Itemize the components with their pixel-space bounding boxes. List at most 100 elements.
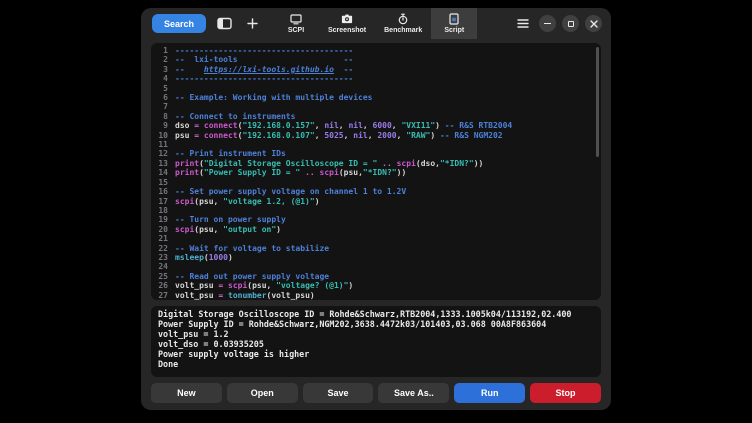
line-number: 17 <box>151 197 168 206</box>
code-line: 14print("Power Supply ID = " .. scpi(psu… <box>151 168 601 177</box>
code-text: print("Digital Storage Oscilloscope ID =… <box>175 159 483 168</box>
tab-bar: SCPI Screenshot Benchmark <box>273 8 477 39</box>
code-line: 10 psu = connect("192.168.0.107", 5025, n… <box>151 131 601 140</box>
titlebar: Search SCPI <box>141 8 611 39</box>
line-number: 11 <box>151 140 168 149</box>
app-menu-button[interactable] <box>513 14 533 34</box>
line-number: 19 <box>151 215 168 224</box>
code-text: -- https://lxi-tools.github.io -- <box>175 65 353 74</box>
line-number: 3 <box>151 65 168 74</box>
code-line: 20 scpi(psu, "output on") <box>151 225 601 234</box>
code-line: 9 dso = connect("192.168.0.157", nil, nil… <box>151 121 601 130</box>
code-line: 13 print("Digital Storage Oscilloscope ID… <box>151 159 601 168</box>
sidebar-toggle-icon <box>217 17 232 30</box>
content-area: 1-------------------------------------2-… <box>141 39 611 410</box>
code-text: -- Connect to instruments <box>175 112 295 121</box>
plus-icon <box>247 18 258 29</box>
editor-scrollbar[interactable] <box>596 47 599 157</box>
stopwatch-icon <box>397 13 409 25</box>
console-line: volt_dso = 0.03935205 <box>158 339 594 349</box>
code-line: 27 volt_psu = tonumber(volt_psu) <box>151 291 601 300</box>
code-line: 23 msleep(1000) <box>151 253 601 262</box>
code-text: dso = connect("192.168.0.157", nil, nil,… <box>175 121 512 130</box>
code-line: 6-- Example: Working with multiple devic… <box>151 93 601 102</box>
code-line: 21 <box>151 234 601 243</box>
code-line: 2 -- lxi-tools -- <box>151 55 601 64</box>
hamburger-menu-icon <box>517 19 529 28</box>
code-text: psu = connect("192.168.0.107", 5025, nil… <box>175 131 503 140</box>
code-text: -- Print instrument IDs <box>175 149 286 158</box>
new-tab-button[interactable] <box>242 14 262 34</box>
line-number: 21 <box>151 234 168 243</box>
stop-button[interactable]: Stop <box>530 383 601 403</box>
line-number: 22 <box>151 244 168 253</box>
app-window: Search SCPI <box>141 8 611 410</box>
code-line: 3 -- https://lxi-tools.github.io -- <box>151 65 601 74</box>
code-text: -- Set power supply voltage on channel 1… <box>175 187 406 196</box>
line-number: 18 <box>151 206 168 215</box>
code-text: -- Turn on power supply <box>175 215 286 224</box>
tab-label: Script <box>444 27 464 34</box>
code-line: 4 ------------------------------------- <box>151 74 601 83</box>
code-text: scpi(psu, "voltage 1.2, (@1)") <box>175 197 320 206</box>
line-number: 10 <box>151 131 168 140</box>
line-number: 2 <box>151 55 168 64</box>
code-line: 25-- Read out power supply voltage <box>151 272 601 281</box>
code-text: ------------------------------------- <box>175 46 353 55</box>
close-icon <box>590 20 598 28</box>
code-text: volt_psu = scpi(psu, "voltage? (@1)") <box>175 281 353 290</box>
code-lines: 1-------------------------------------2-… <box>151 46 601 300</box>
script-editor[interactable]: 1-------------------------------------2-… <box>151 43 601 300</box>
code-text: volt_psu = tonumber(volt_psu) <box>175 291 315 300</box>
save-button[interactable]: Save <box>303 383 374 403</box>
code-line: 7 <box>151 102 601 111</box>
console-output[interactable]: Digital Storage Oscilloscope ID = Rohde&… <box>151 306 601 377</box>
tab-label: SCPI <box>288 27 304 34</box>
code-text: msleep(1000) <box>175 253 233 262</box>
code-line: 19 -- Turn on power supply <box>151 215 601 224</box>
line-number: 23 <box>151 253 168 262</box>
tab-scpi[interactable]: SCPI <box>273 8 319 39</box>
minimize-icon <box>544 23 551 24</box>
console-line: volt_psu = 1.2 <box>158 329 594 339</box>
console-line: Digital Storage Oscilloscope ID = Rohde&… <box>158 309 594 319</box>
code-text: -- Wait for voltage to stabilize <box>175 244 329 253</box>
line-number: 13 <box>151 159 168 168</box>
line-number: 5 <box>151 84 168 93</box>
code-line: 1------------------------------------- <box>151 46 601 55</box>
console-line: Power supply voltage is higher <box>158 349 594 359</box>
code-line: 18 <box>151 206 601 215</box>
tab-label: Screenshot <box>328 27 366 34</box>
maximize-button[interactable] <box>562 15 579 32</box>
line-number: 4 <box>151 74 168 83</box>
line-number: 9 <box>151 121 168 130</box>
run-button[interactable]: Run <box>454 383 525 403</box>
line-number: 15 <box>151 178 168 187</box>
close-button[interactable] <box>585 15 602 32</box>
code-line: 22 -- Wait for voltage to stabilize <box>151 244 601 253</box>
line-number: 27 <box>151 291 168 300</box>
line-number: 25 <box>151 272 168 281</box>
code-text: -- lxi-tools -- <box>175 55 353 64</box>
tab-script[interactable]: Script <box>431 8 477 39</box>
window-controls <box>513 14 602 34</box>
tab-screenshot[interactable]: Screenshot <box>319 8 375 39</box>
minimize-button[interactable] <box>539 15 556 32</box>
tab-label: Benchmark <box>384 27 422 34</box>
line-number: 12 <box>151 149 168 158</box>
code-text: ------------------------------------- <box>175 74 353 83</box>
save-as-button[interactable]: Save As.. <box>378 383 449 403</box>
new-button[interactable]: New <box>151 383 222 403</box>
code-line: 8 -- Connect to instruments <box>151 112 601 121</box>
search-button[interactable]: Search <box>152 14 206 33</box>
line-number: 8 <box>151 112 168 121</box>
tab-benchmark[interactable]: Benchmark <box>375 8 431 39</box>
code-line: 26volt_psu = scpi(psu, "voltage? (@1)") <box>151 281 601 290</box>
code-text: print("Power Supply ID = " .. scpi(psu,"… <box>175 168 406 177</box>
open-button[interactable]: Open <box>227 383 298 403</box>
sidebar-toggle-button[interactable] <box>214 14 234 34</box>
line-number: 20 <box>151 225 168 234</box>
line-number: 16 <box>151 187 168 196</box>
code-text: scpi(psu, "output on") <box>175 225 281 234</box>
code-line: 17 scpi(psu, "voltage 1.2, (@1)") <box>151 197 601 206</box>
